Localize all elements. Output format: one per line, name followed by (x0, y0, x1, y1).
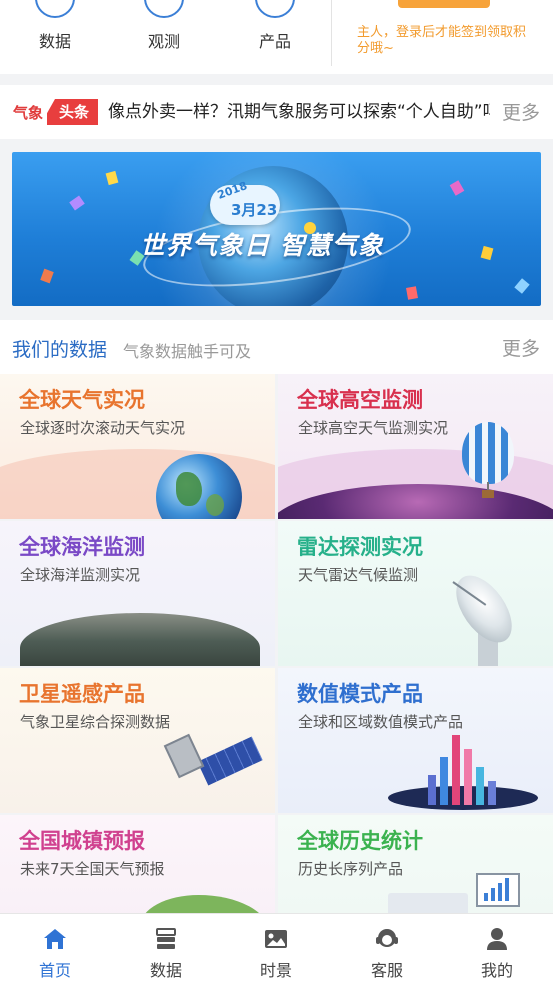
service-icon (376, 929, 398, 947)
tile-numerical-model[interactable]: 数值模式产品 全球和区域数值模式产品 (278, 668, 553, 813)
tile-desc: 全球和区域数值模式产品 (298, 713, 464, 731)
tile-desc: 全球逐时次滚动天气实况 (20, 419, 186, 437)
tile-title: 全球高空监测 (297, 388, 423, 412)
headline-bar: 气象 头条 像点外卖一样？汛期气象服务可以探索“个人自助”吗 更多 (0, 85, 553, 139)
confetti-piece (40, 268, 54, 284)
solar-panel (197, 736, 263, 786)
observe-icon (144, 0, 184, 18)
tile-satellite[interactable]: 卫星遥感产品 气象卫星综合探测数据 (0, 668, 275, 813)
quick-nav-label: 数据 (38, 32, 71, 51)
confetti-piece (480, 245, 494, 261)
bar-graphic (464, 749, 472, 805)
tile-title: 卫星遥感产品 (19, 682, 145, 706)
user-icon (487, 928, 507, 950)
confetti-piece (105, 170, 119, 186)
tile-desc: 全球海洋监测实况 (20, 566, 141, 584)
tab-data[interactable]: 数据 (111, 914, 221, 983)
ocean-icon (20, 613, 260, 666)
hot-air-balloon-icon (462, 422, 514, 484)
sun-icon (304, 222, 316, 234)
sign-in-button[interactable] (398, 0, 490, 8)
bottom-tab-bar: 首页 数据 时景 客服 我的 (0, 913, 553, 983)
headline-tag-top: 头条 (47, 99, 99, 125)
world-meteorological-day-banner[interactable]: 2018 3月23 世界气象日 智慧气象 (12, 152, 541, 306)
tab-mine[interactable]: 我的 (442, 914, 552, 983)
section-subtitle: 气象数据触手可及 (123, 342, 252, 361)
tab-label: 时景 (259, 961, 292, 980)
home-icon (44, 929, 66, 949)
tile-title: 雷达探测实况 (297, 535, 423, 559)
bar-graphic (476, 767, 484, 805)
section-title: 我们的数据 (12, 339, 108, 361)
tab-service[interactable]: 客服 (332, 914, 442, 983)
our-data-section-header: 我们的数据 气象数据触手可及 更多 (0, 320, 553, 374)
tile-title: 数值模式产品 (297, 682, 423, 706)
tile-global-weather[interactable]: 全球天气实况 全球逐时次滚动天气实况 (0, 374, 275, 519)
tab-label: 首页 (38, 961, 71, 980)
tile-desc: 天气雷达气候监测 (298, 566, 419, 584)
satellite-icon (163, 733, 205, 779)
headline-more-link[interactable]: 更多 (502, 98, 540, 125)
stats-chart-icon (476, 873, 520, 907)
tile-desc: 历史长序列产品 (298, 860, 404, 878)
bar-graphic (488, 781, 496, 805)
quick-nav-product[interactable]: 产品 (225, 0, 325, 74)
tile-desc: 气象卫星综合探测数据 (20, 713, 171, 731)
tab-label: 数据 (149, 961, 182, 980)
data-icon (35, 0, 75, 18)
data-stack-icon (156, 928, 176, 949)
tab-label: 我的 (480, 961, 513, 980)
tab-scenes[interactable]: 时景 (221, 914, 331, 983)
tile-radar[interactable]: 雷达探测实况 天气雷达气候监测 (278, 521, 553, 666)
bar-graphic (428, 775, 436, 805)
bar-graphic (452, 735, 460, 805)
divider (331, 0, 332, 66)
confetti-piece (514, 278, 530, 294)
tab-label: 客服 (370, 961, 403, 980)
tile-title: 全球天气实况 (19, 388, 145, 412)
section-more-link[interactable]: 更多 (502, 334, 540, 361)
banner-slogan: 世界气象日 智慧气象 (140, 231, 384, 260)
image-icon (265, 930, 287, 948)
confetti-piece (406, 286, 418, 300)
quick-nav-label: 观测 (147, 32, 180, 51)
chart-base (388, 786, 538, 810)
tab-home[interactable]: 首页 (0, 914, 110, 983)
quick-nav-card: 数据 观测 产品 主人，登录后才能签到领取积分哦~ (0, 0, 553, 74)
tile-title: 全国城镇预报 (19, 829, 145, 853)
banner-date: 3月23 (231, 201, 278, 219)
tile-ocean[interactable]: 全球海洋监测 全球海洋监测实况 (0, 521, 275, 666)
tile-desc: 未来7天全国天气预报 (20, 860, 165, 878)
headline-text[interactable]: 像点外卖一样？汛期气象服务可以探索“个人自助”吗 (108, 100, 490, 124)
tile-desc: 全球高空天气监测实况 (298, 419, 449, 437)
quick-nav-observe[interactable]: 观测 (114, 0, 214, 74)
headline-tag-weather: 气象 (13, 104, 44, 122)
tile-upper-air[interactable]: 全球高空监测 全球高空天气监测实况 (278, 374, 553, 519)
balloon-basket (482, 490, 494, 498)
product-icon (255, 0, 295, 18)
confetti-piece (449, 180, 465, 196)
tile-title: 全球历史统计 (297, 829, 423, 853)
quick-nav-label: 产品 (258, 32, 291, 51)
confetti-piece (69, 195, 85, 211)
tile-title: 全球海洋监测 (19, 535, 145, 559)
sign-in-tip[interactable]: 主人，登录后才能签到领取积分哦~ (357, 25, 537, 57)
quick-nav-data[interactable]: 数据 (5, 0, 105, 74)
bar-graphic (440, 757, 448, 805)
